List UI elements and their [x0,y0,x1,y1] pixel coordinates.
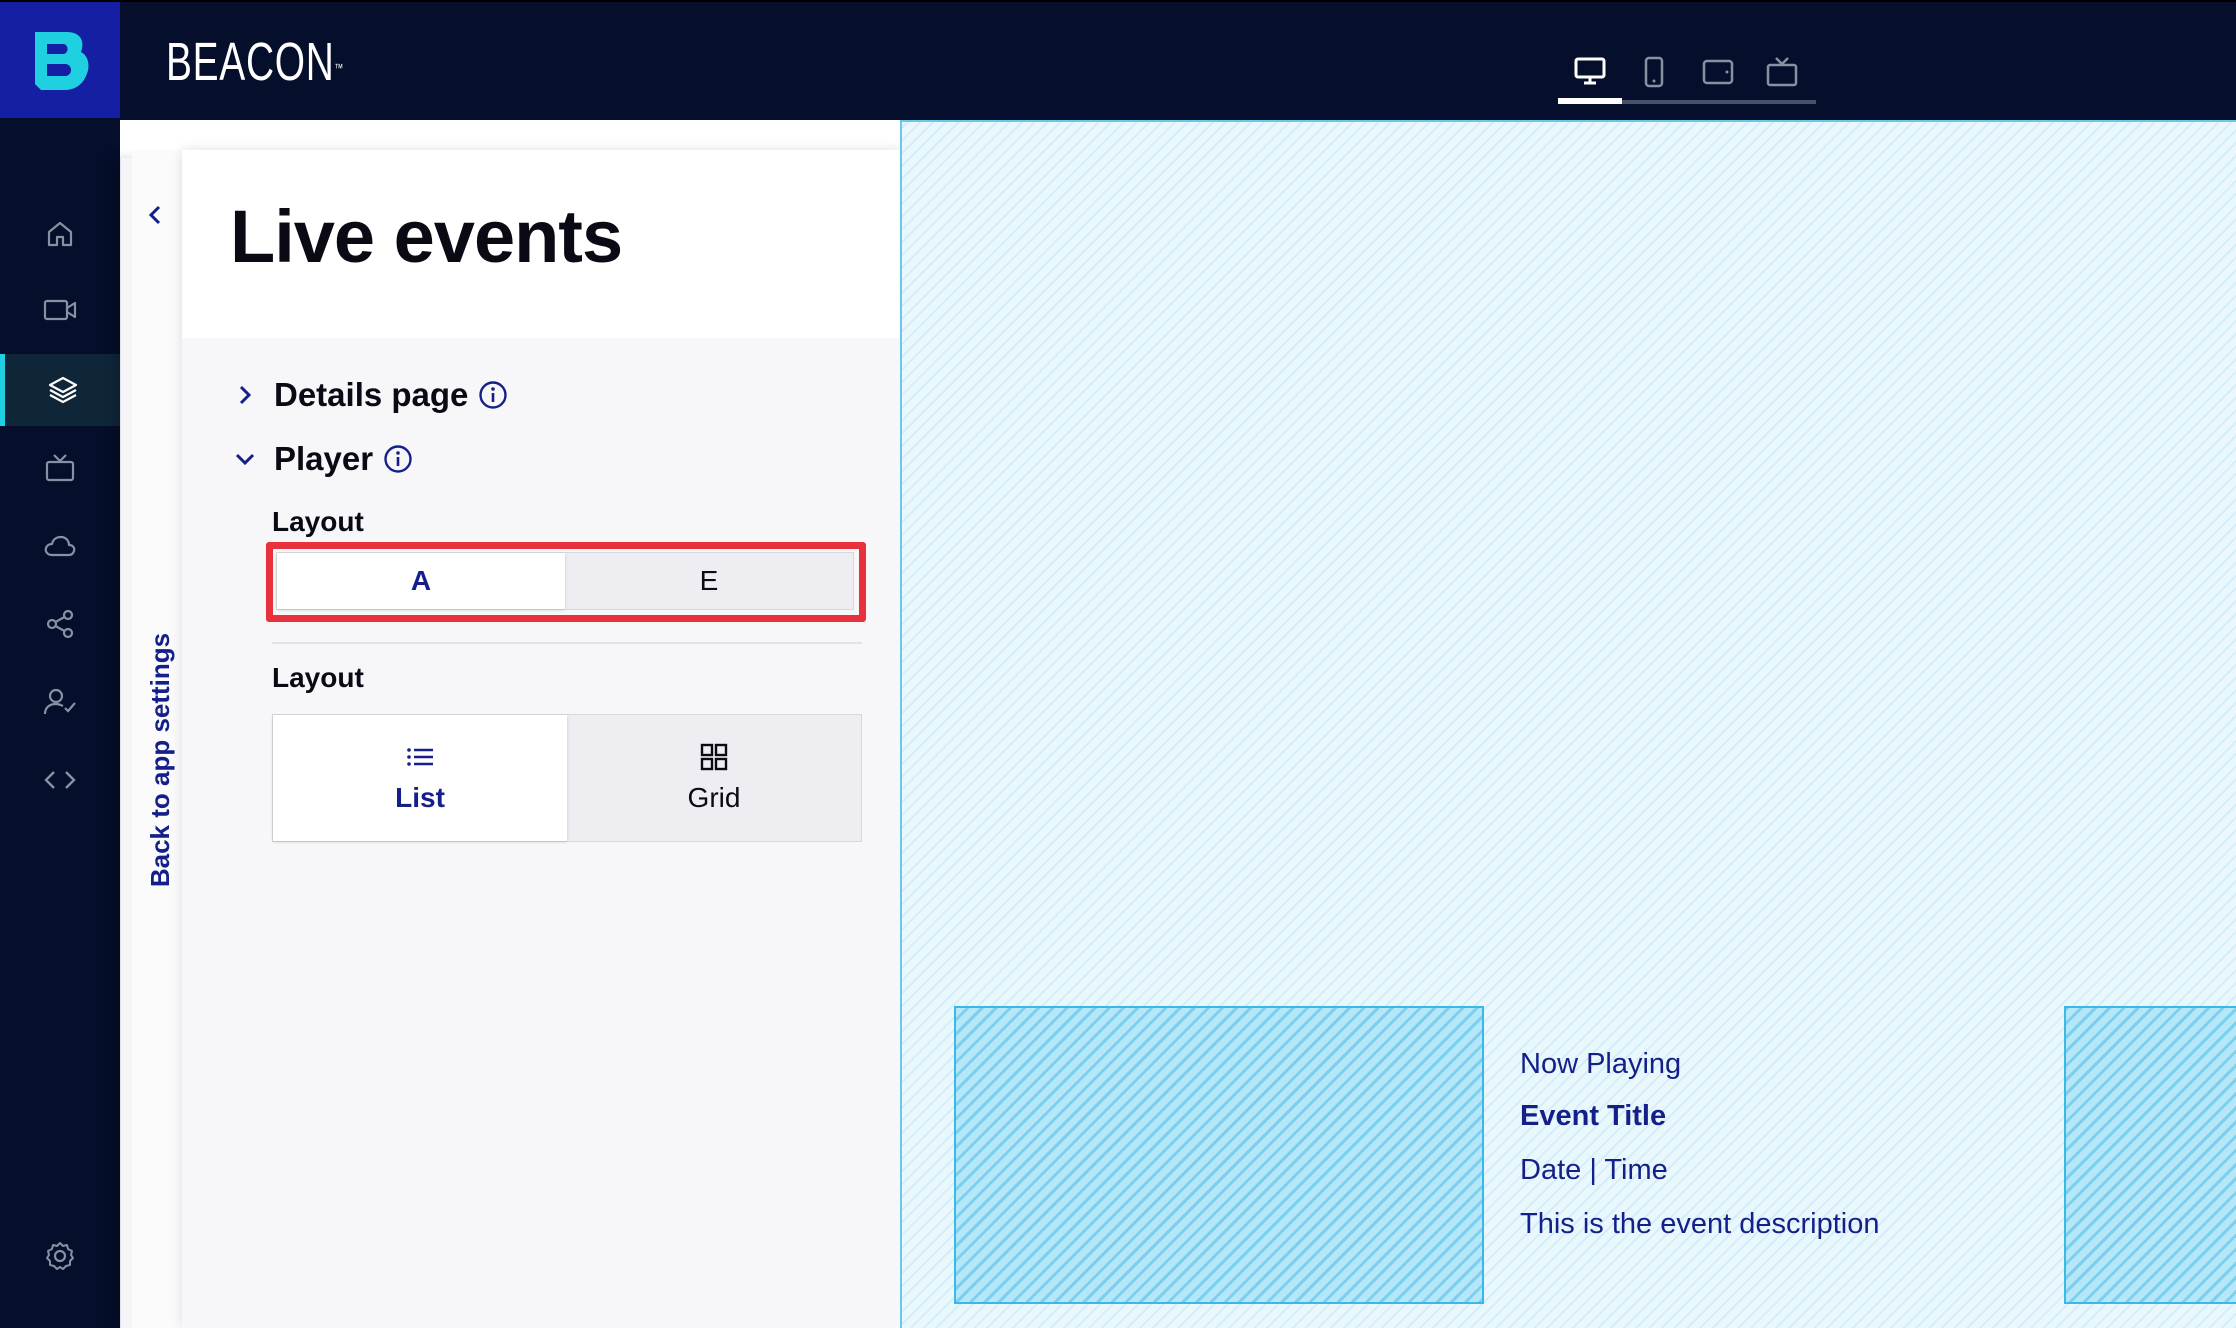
tv-icon [45,454,75,482]
list-icon [405,742,435,772]
layout-option-grid[interactable]: Grid [567,715,861,841]
layout-option-list-label: List [395,782,445,813]
cloud-icon [44,535,76,557]
user-check-icon [43,688,76,715]
grid-icon [700,742,728,772]
section-details-page[interactable]: Details page [230,376,508,414]
section-divider [272,642,862,644]
event-description: This is the event description [1520,1208,1880,1240]
info-icon[interactable] [383,444,413,474]
back-to-settings-label: Back to app settings [145,632,175,888]
layout-option-list[interactable]: List [273,715,567,841]
app-logo[interactable] [0,2,120,120]
nav-code[interactable] [0,744,120,816]
tablet-icon [1702,59,1734,85]
player-layout-label: Layout [272,506,364,537]
brand-trademark: ™ [334,61,344,75]
nav-home[interactable] [0,198,120,270]
panel-header: Live events [182,150,902,338]
back-chevron-button[interactable] [140,200,170,230]
device-tablet-button[interactable] [1686,44,1750,100]
next-event-thumbnail-placeholder [2064,1006,2236,1304]
share-icon [46,609,74,639]
left-navigation-rail [0,118,120,1328]
layers-icon [48,376,77,404]
layout-label: Layout [272,662,364,693]
nav-videos[interactable] [0,274,120,346]
nav-settings[interactable] [0,1220,120,1292]
back-to-settings-link[interactable]: Back to app settings [140,620,180,900]
page-title: Live events [230,195,623,278]
tv-icon [1766,57,1798,87]
nav-cloud[interactable] [0,510,120,582]
highlight-annotation [266,542,866,622]
event-date-time: Date | Time [1520,1154,1668,1186]
settings-icon [46,1242,74,1270]
brand-text: BEACON [166,32,335,92]
nav-layers[interactable] [0,354,120,426]
info-icon[interactable] [478,380,508,410]
app-window: BEACON™ Back to app settings Live events… [0,0,2236,1328]
nav-share[interactable] [0,588,120,660]
chevron-left-icon [148,205,161,225]
home-icon [47,221,73,247]
section-player[interactable]: Player [230,440,413,478]
section-details-label: Details page [274,376,469,413]
desktop-icon [1574,57,1606,85]
chevron-right-icon [230,380,260,410]
video-camera-icon [43,299,77,321]
beacon-logo-icon [35,32,89,90]
layout-option-grid-label: Grid [687,782,741,813]
section-player-label: Player [274,440,374,477]
device-mobile-button[interactable] [1622,44,1686,100]
event-title: Event Title [1520,1100,1667,1132]
top-bar: BEACON™ [0,0,2236,120]
app-preview: Now Playing Event Title Date | Time This… [900,120,2236,1328]
nav-tv[interactable] [0,432,120,504]
device-preview-switch [1558,44,1816,104]
settings-panel: Live events Details page Player Layout A… [182,150,902,1328]
device-desktop-button[interactable] [1558,44,1622,104]
mobile-icon [1644,56,1664,88]
now-playing-label: Now Playing [1520,1048,1682,1080]
chevron-down-icon [230,444,260,474]
layout-toggle: List Grid [272,714,862,842]
device-tv-button[interactable] [1750,44,1814,100]
nav-users[interactable] [0,666,120,738]
brand-name: BEACON™ [166,32,344,92]
code-icon [44,771,76,789]
event-thumbnail-placeholder [954,1006,1484,1304]
